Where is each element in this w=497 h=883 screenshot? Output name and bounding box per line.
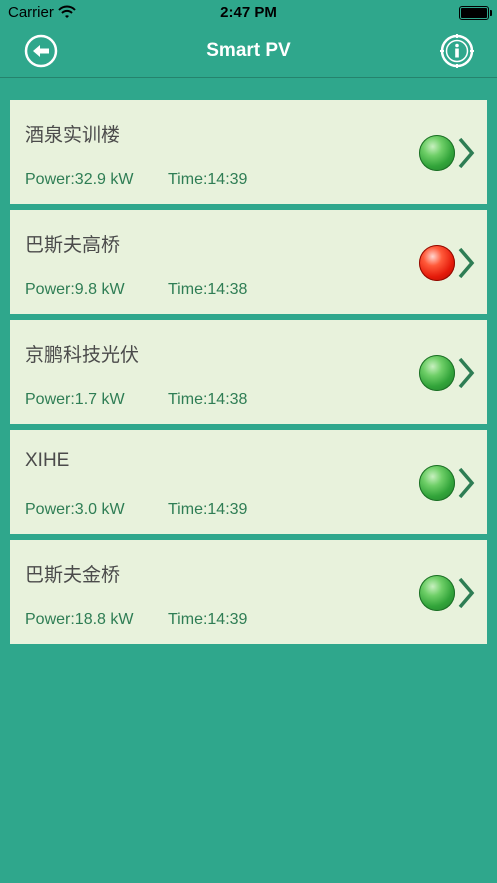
station-time: Time:14:39 — [168, 501, 248, 518]
station-power: Power:9.8 kW — [25, 281, 125, 298]
station-power: Power:32.9 kW — [25, 171, 134, 188]
status-green-light-icon — [419, 355, 455, 391]
chevron-right-icon — [458, 247, 475, 279]
station-name: XIHE — [25, 450, 70, 471]
status-green-light-icon — [419, 465, 455, 501]
station-time: Time:14:39 — [168, 171, 248, 188]
status-green-light-icon — [419, 575, 455, 611]
station-item[interactable]: 巴斯夫高桥 Power:9.8 kW Time:14:38 — [10, 210, 487, 314]
station-power: Power:3.0 kW — [25, 501, 125, 518]
info-circle-icon — [440, 34, 474, 68]
station-item[interactable]: 巴斯夫金桥 Power:18.8 kW Time:14:39 — [10, 540, 487, 644]
page-title: Smart PV — [206, 40, 291, 61]
navigation-bar: Smart PV — [0, 26, 497, 78]
chevron-right-icon — [458, 467, 475, 499]
status-bar: Carrier 2:47 PM — [0, 0, 497, 26]
station-name: 酒泉实训楼 — [25, 125, 121, 146]
chevron-right-icon — [458, 577, 475, 609]
station-power: Power:1.7 kW — [25, 391, 125, 408]
chevron-right-icon — [458, 137, 475, 169]
status-time: 2:47 PM — [220, 4, 277, 21]
battery-icon — [459, 6, 492, 20]
station-power: Power:18.8 kW — [25, 611, 134, 628]
station-time: Time:14:39 — [168, 611, 248, 628]
station-name: 京鹏科技光伏 — [25, 345, 140, 366]
station-name: 巴斯夫高桥 — [25, 235, 121, 256]
status-red-light-icon — [419, 245, 455, 281]
station-item[interactable]: XIHE Power:3.0 kW Time:14:39 — [10, 430, 487, 534]
info-button[interactable] — [439, 33, 475, 69]
chevron-right-icon — [458, 357, 475, 389]
station-time: Time:14:38 — [168, 391, 248, 408]
station-item[interactable]: 酒泉实训楼 Power:32.9 kW Time:14:39 — [10, 100, 487, 204]
status-green-light-icon — [419, 135, 455, 171]
station-list: 酒泉实训楼 Power:32.9 kW Time:14:39 巴斯夫高桥 Pow… — [10, 100, 487, 650]
nav-divider — [0, 77, 497, 78]
station-item[interactable]: 京鹏科技光伏 Power:1.7 kW Time:14:38 — [10, 320, 487, 424]
station-time: Time:14:38 — [168, 281, 248, 298]
station-name: 巴斯夫金桥 — [25, 565, 121, 586]
